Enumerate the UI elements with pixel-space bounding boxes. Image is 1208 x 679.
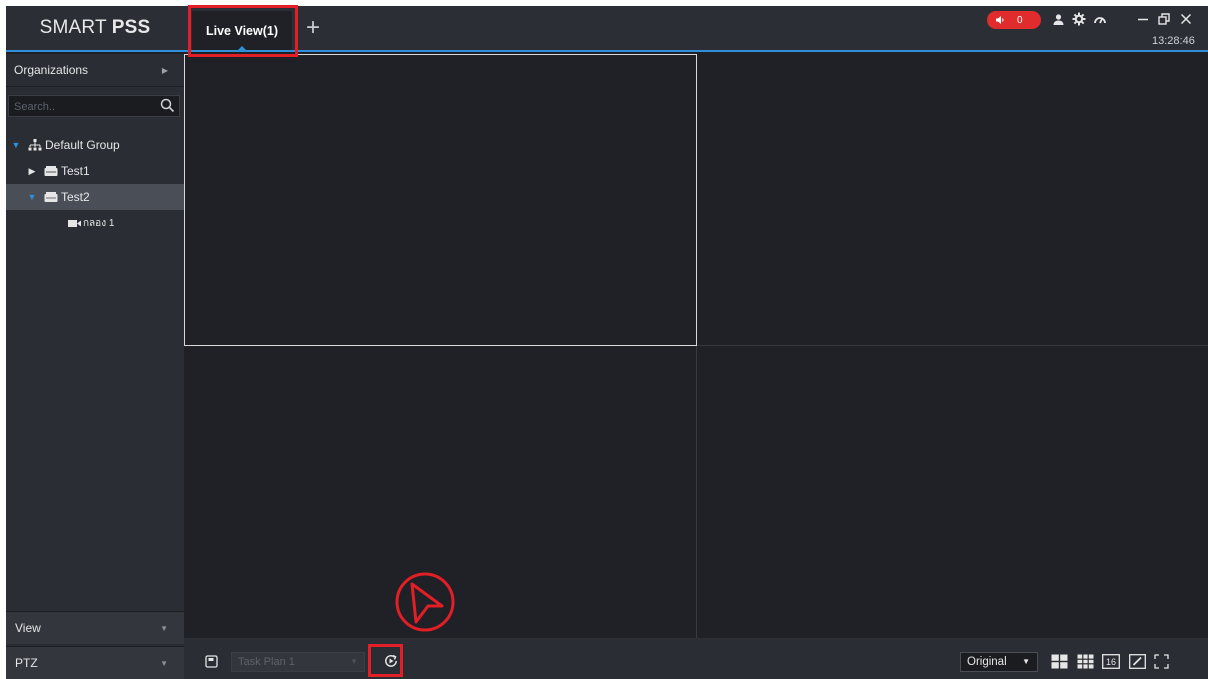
bottom-toolbar: Task Plan 1 ▼ Original ▼ 16 (184, 638, 1208, 679)
video-grid (184, 54, 1208, 638)
tree-node-camera[interactable]: กลอง 1 (6, 210, 184, 236)
chevron-down-icon: ▼ (160, 623, 168, 633)
view-panel-header[interactable]: View ▼ (6, 611, 184, 644)
group-icon (28, 139, 42, 151)
split-4-icon[interactable] (1050, 652, 1068, 670)
tour-start-icon[interactable] (382, 652, 400, 670)
clock-time: 13:28:46 (1152, 35, 1195, 47)
alarm-badge[interactable]: 0 (987, 11, 1041, 29)
task-plan-value: Task Plan 1 (238, 656, 295, 668)
expand-caret-icon[interactable]: ▼ (10, 140, 22, 150)
device-icon (44, 191, 58, 202)
device-icon (44, 165, 58, 176)
split-9-icon[interactable] (1076, 652, 1094, 670)
app-window: SMART PSS Live View(1) + 0 13:28:46 Orga… (6, 6, 1208, 679)
chevron-right-icon: ▶ (161, 65, 168, 75)
tree-node-label: Test2 (61, 190, 90, 204)
ptz-panel-header[interactable]: PTZ ▼ (6, 646, 184, 679)
annotation-cursor-arrow-icon (395, 572, 455, 632)
logo-text-light: SMART (39, 17, 107, 38)
fullscreen-icon[interactable] (1152, 652, 1170, 670)
expand-caret-icon[interactable]: ▼ (26, 192, 38, 202)
search-box (8, 95, 180, 118)
organizations-label: Organizations (14, 63, 89, 77)
tree-node-default-group[interactable]: ▼ Default Group (6, 132, 184, 158)
camera-icon (68, 219, 81, 227)
split-16-icon[interactable]: 16 (1102, 652, 1120, 670)
split16-label: 16 (1106, 657, 1116, 667)
save-view-icon[interactable] (202, 652, 220, 670)
minimize-icon[interactable] (1134, 9, 1152, 29)
tree-node-test2[interactable]: ▼ Test2 (6, 184, 184, 210)
custom-split-edit-icon[interactable] (1128, 652, 1146, 670)
chevron-down-icon: ▼ (160, 658, 168, 668)
task-plan-select[interactable]: Task Plan 1 ▼ (231, 652, 365, 672)
stream-mode-select[interactable]: Original ▼ (960, 652, 1038, 672)
performance-gauge-icon[interactable] (1091, 9, 1109, 29)
add-tab-button[interactable]: + (302, 15, 324, 41)
tree-node-label: Default Group (45, 138, 120, 152)
logo-text-bold: PSS (111, 17, 151, 38)
ptz-label: PTZ (15, 656, 38, 670)
settings-gear-icon[interactable] (1070, 9, 1088, 29)
close-icon[interactable] (1177, 9, 1195, 29)
tree-node-test1[interactable]: ▶ Test1 (6, 158, 184, 184)
tab-live-view[interactable]: Live View(1) (192, 11, 292, 50)
video-window-2[interactable] (697, 54, 1208, 345)
stream-mode-value: Original (967, 656, 1007, 668)
tab-active-indicator (238, 46, 246, 50)
search-input[interactable] (9, 96, 161, 118)
restore-icon[interactable] (1155, 9, 1173, 29)
alarm-count: 0 (1017, 14, 1023, 26)
sidebar: Organizations ▶ ▼ Default Group ▶ Test1 … (6, 54, 184, 679)
collapse-caret-icon[interactable]: ▶ (26, 166, 38, 177)
video-window-1[interactable] (184, 54, 697, 346)
user-icon[interactable] (1049, 9, 1067, 29)
chevron-down-icon: ▼ (1022, 657, 1030, 666)
top-bar: SMART PSS Live View(1) + 0 13:28:46 (6, 6, 1208, 52)
tab-label: Live View(1) (205, 23, 279, 38)
app-logo: SMART PSS (6, 6, 184, 50)
organizations-header[interactable]: Organizations ▶ (6, 54, 184, 87)
tree-node-label: Test1 (61, 164, 90, 178)
view-label: View (15, 621, 41, 635)
video-window-4[interactable] (697, 346, 1208, 638)
speaker-icon (996, 16, 1004, 24)
chevron-down-icon: ▼ (350, 657, 358, 666)
search-icon[interactable] (160, 98, 175, 113)
tree-node-label: กลอง 1 (83, 217, 115, 229)
